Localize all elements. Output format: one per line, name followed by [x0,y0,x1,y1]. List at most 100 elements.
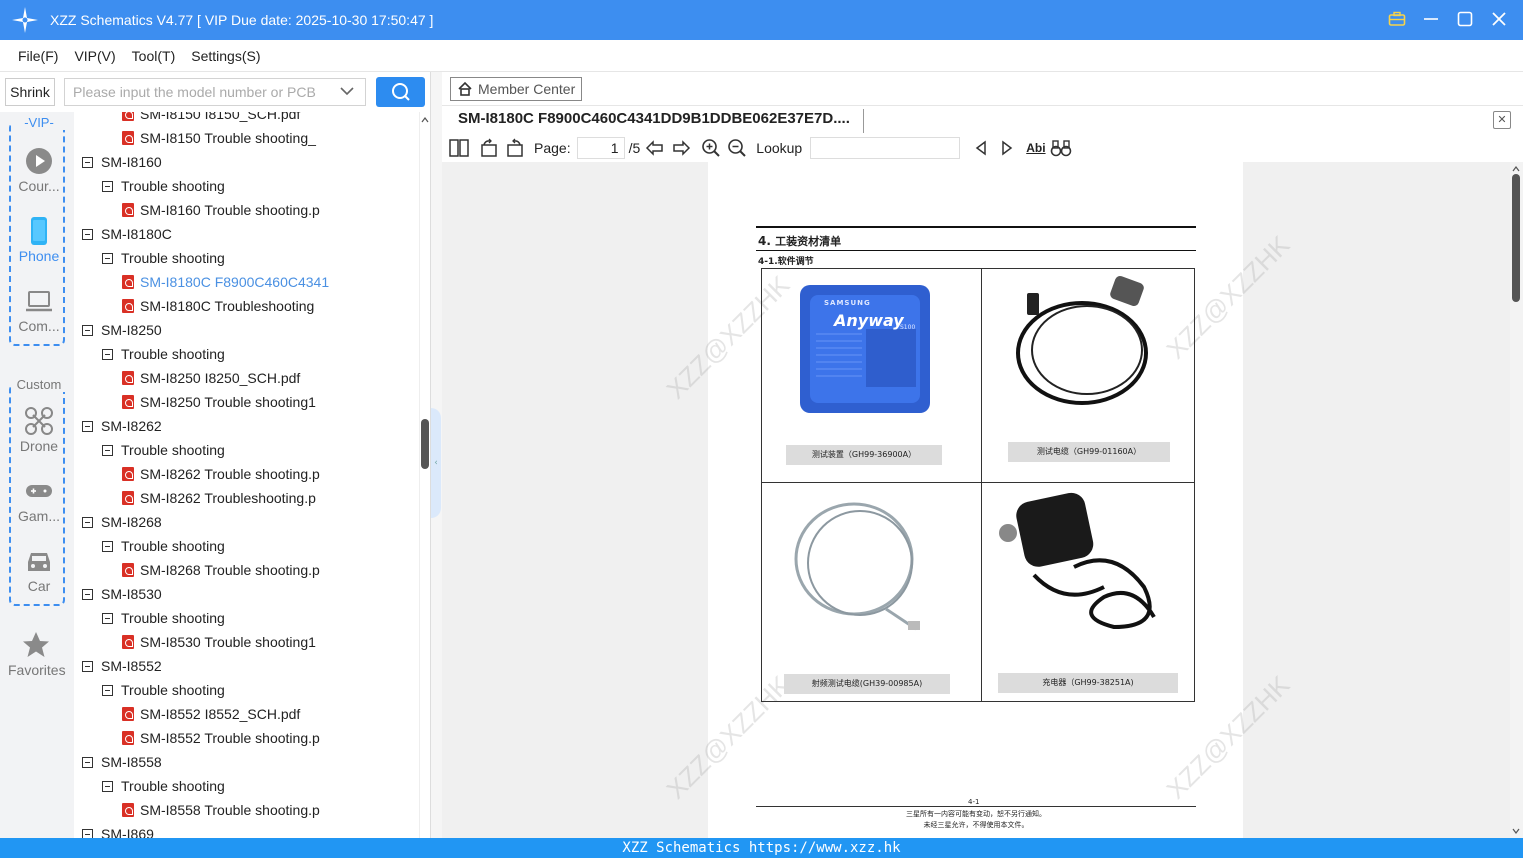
tree-file-item[interactable]: SM-I8268 Trouble shooting.p [122,558,320,582]
collapse-toggle-icon[interactable] [82,420,93,432]
lookup-label: Lookup [756,140,803,156]
briefcase-icon[interactable] [1387,8,1407,30]
collapse-toggle-icon[interactable] [82,324,93,336]
scroll-up-icon[interactable] [420,115,430,125]
tree-folder-item[interactable]: SM-I8558 [82,750,162,774]
phone-icon [31,217,47,245]
search-button[interactable] [376,77,425,107]
collapse-toggle-icon[interactable] [102,684,113,696]
tree-folder-item[interactable]: Trouble shooting [102,174,225,198]
previous-result-icon[interactable] [970,137,992,159]
tree-file-item[interactable]: SM-I8250 Trouble shooting1 [122,390,316,414]
tree-file-item[interactable]: SM-I8262 Trouble shooting.p [122,462,320,486]
tree-scroll-thumb[interactable] [421,419,429,469]
arrow-left-icon[interactable] [644,137,666,159]
tree-folder-item[interactable]: SM-I8552 [82,654,162,678]
collapse-toggle-icon[interactable] [102,252,113,264]
tree-folder-item[interactable]: SM-I8530 [82,582,162,606]
tree-folder-item[interactable]: SM-I8250 [82,318,162,342]
close-button[interactable] [1489,8,1509,30]
chevron-down-icon[interactable] [340,84,354,100]
tree-file-item[interactable]: SM-I8180C Troubleshooting [122,294,314,318]
zoom-in-icon[interactable] [700,137,722,159]
tree-file-item[interactable]: SM-I8160 Trouble shooting.p [122,198,320,222]
menu-file[interactable]: File(F) [18,48,58,64]
tree-folder-item[interactable]: SM-I8160 [82,150,162,174]
tree-folder-item[interactable]: SM-I8180C [82,222,172,246]
scroll-up-icon[interactable] [1510,164,1522,174]
next-result-icon[interactable] [996,137,1018,159]
zoom-out-icon[interactable] [726,137,748,159]
collapse-toggle-icon[interactable] [82,588,93,600]
match-text-button[interactable]: Abi [1026,141,1045,155]
rail-item-phone[interactable]: Phone [11,216,67,264]
close-tab-icon[interactable]: ✕ [1493,111,1511,129]
rotate-right-icon[interactable] [504,137,526,159]
collapse-toggle-icon[interactable] [102,540,113,552]
rail-item-courses[interactable]: Cour... [11,146,67,194]
menu-settings[interactable]: Settings(S) [191,48,260,64]
tree-file-item[interactable]: SM-I8180C F8900C460C4341 [122,270,329,294]
tree-folder-item[interactable]: SM-I8262 [82,414,162,438]
tree-folder-item[interactable]: Trouble shooting [102,678,225,702]
lookup-input[interactable] [810,137,961,159]
rotate-left-icon[interactable] [478,137,500,159]
binoculars-icon[interactable] [1050,137,1072,159]
maximize-button[interactable] [1455,8,1475,30]
menu-vip[interactable]: VIP(V) [74,48,115,64]
rail-item-car[interactable]: Car [11,546,67,594]
viewer-scroll-thumb[interactable] [1512,174,1520,302]
arrow-right-icon[interactable] [670,137,692,159]
collapse-toggle-icon[interactable] [102,180,113,192]
rail-item-computer[interactable]: Com... [11,286,67,334]
tree-item-label: SM-I8268 Trouble shooting.p [140,562,320,578]
tree-folder-item[interactable]: SM-I869 [82,822,154,838]
tree-file-item[interactable]: SM-I8150 I8150_SCH.pdf [122,112,300,126]
tree-folder-item[interactable]: Trouble shooting [102,438,225,462]
rail-item-drone[interactable]: Drone [11,406,67,454]
collapse-toggle-icon[interactable] [82,228,93,240]
tree-file-item[interactable]: SM-I8262 Troubleshooting.p [122,486,316,510]
collapse-toggle-icon[interactable] [102,444,113,456]
panel-splitter[interactable]: ‹ [430,72,442,838]
collapse-toggle-icon[interactable] [82,156,93,168]
collapse-toggle-icon[interactable] [82,828,93,838]
two-page-icon[interactable] [448,137,470,159]
collapse-toggle-icon[interactable] [102,612,113,624]
tree-file-item[interactable]: SM-I8552 I8552_SCH.pdf [122,702,300,726]
tree-file-item[interactable]: SM-I8552 Trouble shooting.p [122,726,320,750]
tree-item-label: SM-I8180C [101,226,172,242]
tree-folder-item[interactable]: Trouble shooting [102,774,225,798]
rail-item-games[interactable]: Gam... [11,476,67,524]
collapse-toggle-icon[interactable] [102,348,113,360]
tree-scrollbar[interactable] [419,112,430,838]
collapse-handle[interactable]: ‹ [431,408,441,518]
collapse-toggle-icon[interactable] [82,660,93,672]
pdf-viewer[interactable]: XZZ@XZZHK XZZ@XZZHK XZZ@XZZHK XZZ@XZZHK … [442,162,1510,838]
member-center-button[interactable]: Member Center [450,77,583,101]
tree-file-item[interactable]: SM-I8150 Trouble shooting_ [122,126,316,150]
tree-item-label: SM-I8530 Trouble shooting1 [140,634,316,650]
scroll-down-icon[interactable] [1510,826,1522,836]
search-input[interactable]: Please input the model number or PCB [64,78,366,106]
tree-folder-item[interactable]: Trouble shooting [102,246,225,270]
tree-file-item[interactable]: SM-I8558 Trouble shooting.p [122,798,320,822]
rail-item-favorites[interactable]: Favorites [8,630,66,678]
page-number-input[interactable]: 1 [576,137,625,159]
tree-folder-item[interactable]: Trouble shooting [102,606,225,630]
tree-folder-item[interactable]: SM-I8268 [82,510,162,534]
minimize-button[interactable] [1421,8,1441,30]
document-tab[interactable]: SM-I8180C F8900C460C4341DD9B1DDBE062E37E… [458,110,850,127]
menu-tool[interactable]: Tool(T) [132,48,176,64]
collapse-toggle-icon[interactable] [102,780,113,792]
tree-folder-item[interactable]: Trouble shooting [102,342,225,366]
viewer-scrollbar[interactable] [1510,162,1523,838]
pdf-file-icon [122,131,134,145]
tree-file-item[interactable]: SM-I8250 I8250_SCH.pdf [122,366,300,390]
tree-folder-item[interactable]: Trouble shooting [102,534,225,558]
subsection-title: 4-1.软件调节 [758,257,814,267]
tree-file-item[interactable]: SM-I8530 Trouble shooting1 [122,630,316,654]
collapse-toggle-icon[interactable] [82,516,93,528]
collapse-toggle-icon[interactable] [82,756,93,768]
shrink-button[interactable]: Shrink [5,78,55,106]
